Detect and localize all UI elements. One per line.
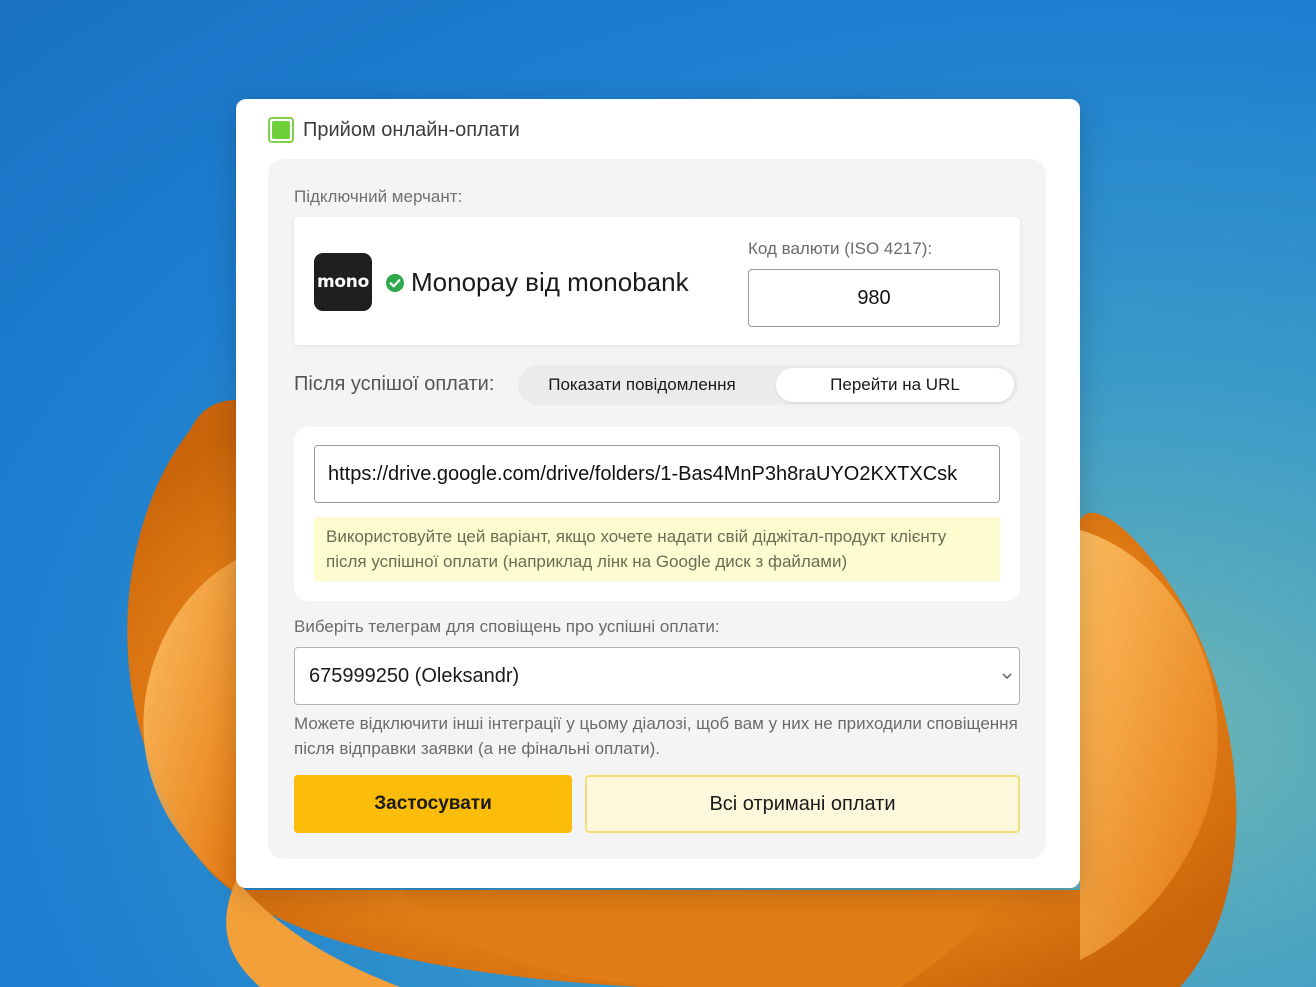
after-payment-toggle: Показати повідомлення Перейти на URL xyxy=(518,365,1018,405)
integrations-note: Можете відключити інші інтеграції у цьом… xyxy=(294,714,1018,758)
merchant-section-label: Підключний мерчант: xyxy=(294,187,463,206)
online-payment-dialog: Прийом онлайн-оплати Підключний мерчант:… xyxy=(236,99,1080,888)
apply-button[interactable]: Застосувати xyxy=(294,775,572,833)
dialog-title: Прийом онлайн-оплати xyxy=(303,118,520,141)
option-show-message[interactable]: Показати повідомлення xyxy=(522,368,762,402)
monobank-logo: mono xyxy=(314,253,372,311)
chevron-down-icon xyxy=(1002,673,1012,679)
merchant-name: Monopay від monobank xyxy=(411,267,689,297)
after-payment-label: Після успішої оплати: xyxy=(294,373,495,395)
settings-panel: Підключний мерчант: mono Monopay від mon… xyxy=(268,159,1046,859)
all-payments-button[interactable]: Всі отримані оплати xyxy=(585,775,1020,833)
currency-code-input[interactable]: 980 xyxy=(748,269,1000,327)
telegram-selected-value: 675999250 (Oleksandr) xyxy=(309,664,520,687)
redirect-url-input[interactable]: https://drive.google.com/drive/folders/1… xyxy=(314,445,1000,503)
header: Прийом онлайн-оплати xyxy=(268,117,520,143)
currency-code-label: Код валюти (ISO 4217): xyxy=(748,239,933,258)
telegram-label: Виберіть телеграм для сповіщень про успі… xyxy=(294,617,720,636)
enable-payments-checkbox[interactable] xyxy=(268,117,294,143)
telegram-select[interactable]: 675999250 (Oleksandr) xyxy=(294,647,1020,705)
option-redirect-url[interactable]: Перейти на URL xyxy=(776,368,1014,402)
merchant-card: mono Monopay від monobank Код валюти (IS… xyxy=(294,217,1020,345)
url-section: https://drive.google.com/drive/folders/1… xyxy=(294,427,1020,601)
check-circle-icon xyxy=(386,274,404,292)
url-hint: Використовуйте цей варіант, якщо хочете … xyxy=(314,517,1000,581)
